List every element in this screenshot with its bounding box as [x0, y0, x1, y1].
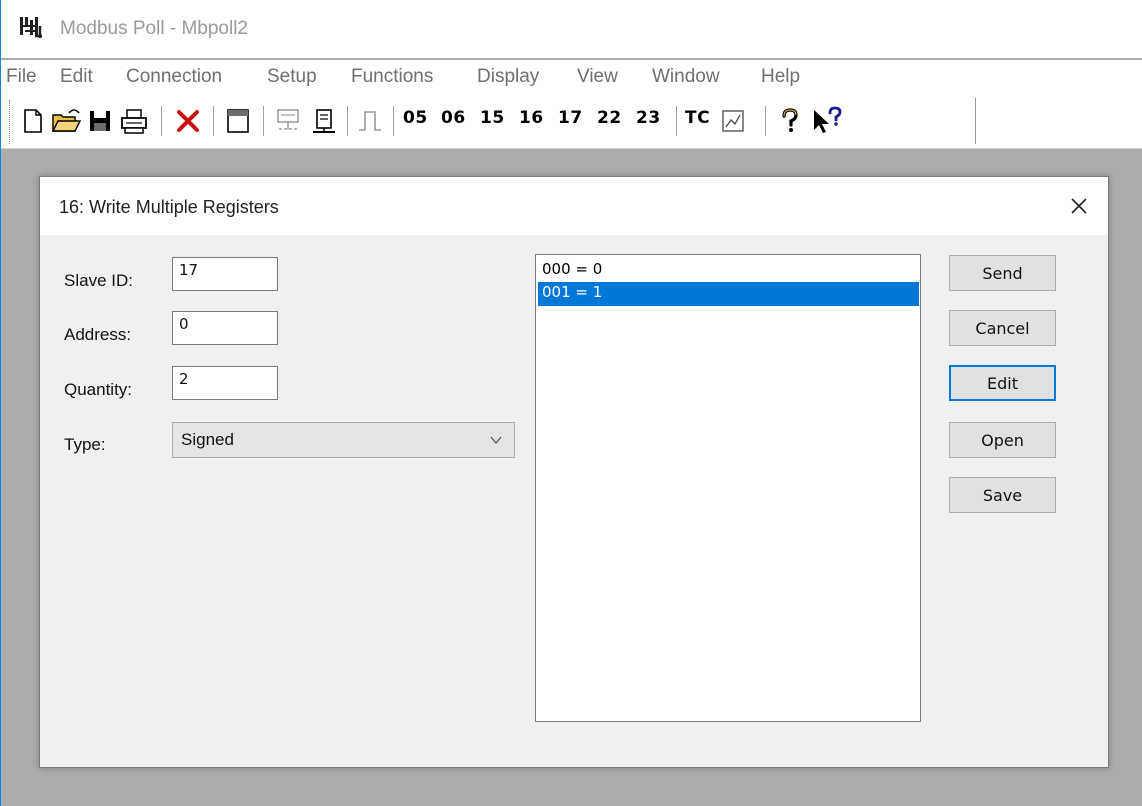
modbus-poll-icon [20, 17, 42, 38]
list-item[interactable]: 000 = 0 [538, 259, 919, 283]
fc-22-button[interactable]: 22 [597, 108, 622, 128]
dialog-title-bar[interactable]: 16: Write Multiple Registers [40, 177, 1108, 235]
slave-id-field[interactable]: 17 [172, 257, 278, 291]
chart-window-icon[interactable] [717, 104, 749, 138]
fc-15-button[interactable]: 15 [480, 108, 505, 128]
fc-05-button[interactable]: 05 [403, 108, 428, 128]
fc-23-button[interactable]: 23 [636, 108, 661, 128]
window-title: Modbus Poll - Mbpoll2 [60, 18, 248, 39]
open-folder-icon[interactable] [51, 104, 81, 138]
address-label: Address: [64, 325, 132, 344]
address-field[interactable]: 0 [172, 311, 278, 345]
menu-bar: File Edit Connection Setup Functions Dis… [1, 60, 1142, 96]
fc-06-button[interactable]: 06 [441, 108, 466, 128]
toolbar-separator [263, 106, 267, 136]
close-icon[interactable] [1064, 191, 1094, 221]
fc-16-button[interactable]: 16 [519, 108, 544, 128]
tc-button[interactable]: TC [685, 108, 710, 128]
open-button[interactable]: Open [949, 422, 1056, 458]
toolbar-separator [765, 106, 769, 136]
menu-display[interactable]: Display [477, 66, 539, 88]
edit-button[interactable]: Edit [949, 365, 1056, 401]
dialog-title: 16: Write Multiple Registers [59, 197, 279, 217]
app-window: Modbus Poll - Mbpoll2 File Edit Connecti… [0, 0, 1142, 806]
list-item-selected[interactable]: 001 = 1 [538, 282, 919, 306]
pulse-icon[interactable] [355, 104, 385, 138]
cancel-button[interactable]: Cancel [949, 310, 1056, 346]
connect-icon[interactable] [271, 104, 305, 138]
help-icon[interactable] [775, 104, 805, 138]
chevron-down-icon [490, 436, 502, 445]
save-button[interactable]: Save [949, 477, 1056, 513]
fc-17-button[interactable]: 17 [558, 108, 583, 128]
context-help-icon[interactable] [809, 104, 843, 138]
print-icon[interactable] [119, 104, 149, 138]
toolbar-separator [676, 106, 680, 136]
disconnect-icon[interactable] [307, 104, 341, 138]
toolbar-separator [213, 106, 217, 136]
toolbar-separator [393, 106, 397, 136]
menu-edit[interactable]: Edit [60, 66, 93, 88]
menu-window[interactable]: Window [652, 66, 720, 88]
toolbar: 05 06 15 16 17 22 23 TC [1, 96, 1142, 149]
save-disk-icon[interactable] [87, 104, 113, 138]
type-select[interactable]: Signed [172, 422, 515, 458]
quantity-field[interactable]: 2 [172, 366, 278, 400]
register-values-list[interactable]: 000 = 0 001 = 1 [535, 254, 921, 722]
write-registers-dialog: 16: Write Multiple Registers Slave ID: 1… [39, 176, 1109, 768]
toolbar-end-edge [975, 98, 976, 144]
title-bar[interactable]: Modbus Poll - Mbpoll2 [1, 0, 1142, 58]
menu-view[interactable]: View [577, 66, 618, 88]
quantity-label: Quantity: [64, 380, 133, 399]
menu-help[interactable]: Help [761, 66, 800, 88]
slave-id-label: Slave ID: [64, 271, 133, 290]
menu-connection[interactable]: Connection [126, 66, 222, 88]
toolbar-grip[interactable] [9, 100, 13, 144]
delete-x-icon[interactable] [173, 104, 203, 138]
menu-file[interactable]: File [6, 66, 37, 88]
window-icon[interactable] [223, 104, 253, 138]
menu-functions[interactable]: Functions [351, 66, 433, 88]
toolbar-separator [161, 106, 165, 136]
send-button[interactable]: Send [949, 255, 1056, 291]
new-document-icon[interactable] [21, 104, 45, 138]
type-label: Type: [64, 435, 106, 454]
toolbar-separator [347, 106, 351, 136]
type-selected-value: Signed [181, 430, 234, 449]
menu-setup[interactable]: Setup [267, 66, 317, 88]
